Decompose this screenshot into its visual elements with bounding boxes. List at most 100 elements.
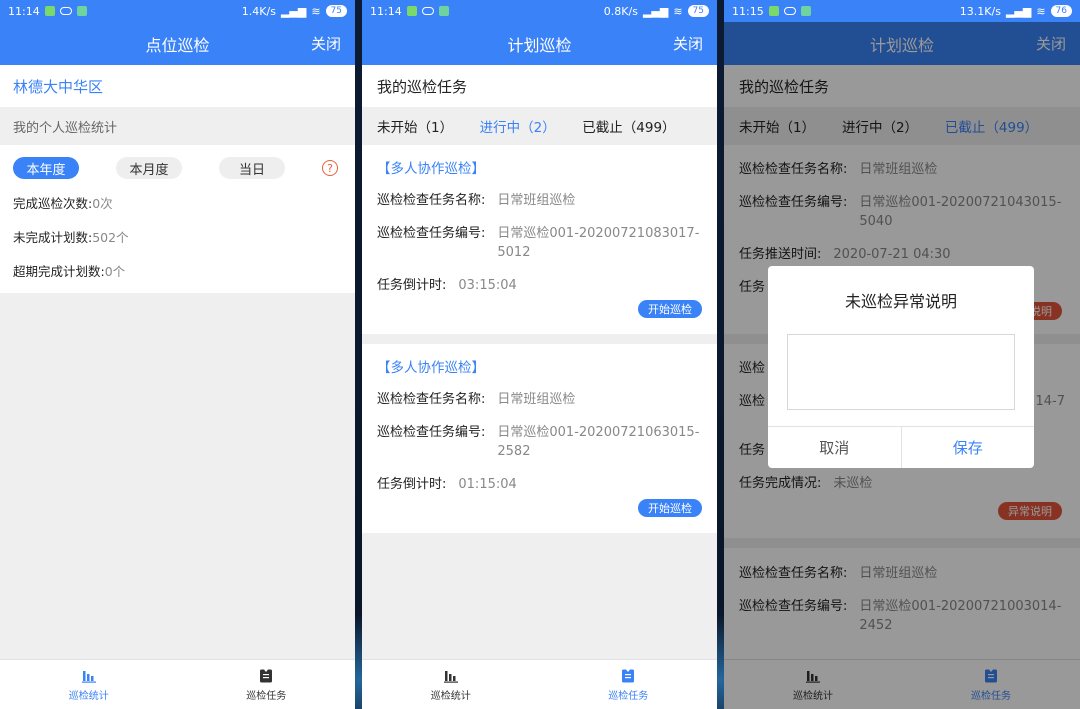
app-notification-icon bbox=[44, 6, 55, 16]
status-bar: 11:14 0.8K/s ▂▄▆ ≋ 75 bbox=[362, 0, 717, 22]
task-countdown: 03:15:04 bbox=[458, 278, 517, 293]
range-pill-day[interactable]: 当日 bbox=[219, 157, 285, 179]
bottom-tab-bar: 巡检统计 巡检任务 bbox=[0, 659, 355, 709]
app-notification-icon bbox=[406, 6, 417, 16]
task-code-row: 巡检检查任务编号: 日常巡检001-20200721063015-2582 bbox=[377, 423, 702, 461]
stat-label: 未完成计划数: bbox=[13, 229, 93, 245]
range-selector: 本年度 本月度 当日 ? bbox=[13, 157, 342, 179]
dialog-title: 未巡检异常说明 bbox=[844, 292, 957, 311]
phone-screen-stats: 11:14 1.4K/s ▂▄▆ ≋ 75 点位巡检 关闭 林德大中华区 我的个… bbox=[0, 0, 355, 709]
network-speed: 13.1K/s bbox=[959, 4, 1001, 18]
task-name-row: 巡检检查任务名称: 日常班组巡检 bbox=[377, 390, 702, 409]
status-bar: 11:15 13.1K/s ▂▄▆ ≋ 76 bbox=[724, 0, 1080, 22]
section-heading: 我的巡检任务 bbox=[362, 65, 717, 107]
signal-icon: ▂▄▆ bbox=[1005, 4, 1032, 18]
battery-indicator: 75 bbox=[687, 5, 709, 17]
bar-chart-icon bbox=[443, 670, 458, 683]
shield-notification-icon bbox=[438, 6, 449, 16]
wifi-icon: ≋ bbox=[1036, 4, 1046, 18]
task-tag: 【多人协作巡检】 bbox=[377, 161, 485, 177]
tab-label: 巡检任务 bbox=[608, 690, 649, 702]
section-label: 我的个人巡检统计 bbox=[0, 107, 355, 145]
filter-not-started[interactable]: 未开始（1） bbox=[377, 116, 453, 136]
range-pill-year[interactable]: 本年度 bbox=[13, 157, 79, 179]
page-title: 点位巡检 bbox=[145, 35, 210, 55]
wifi-icon: ≋ bbox=[311, 4, 321, 18]
task-countdown: 01:15:04 bbox=[458, 477, 517, 492]
task-name: 日常班组巡检 bbox=[497, 193, 576, 208]
title-bar: 计划巡检 关闭 bbox=[362, 22, 717, 65]
task-card[interactable]: 【多人协作巡检】 巡检检查任务名称: 日常班组巡检 巡检检查任务编号: 日常巡检… bbox=[362, 344, 717, 533]
tab-inspection-stats[interactable]: 巡检统计 bbox=[362, 660, 540, 709]
stat-value: 0个 bbox=[104, 263, 126, 279]
save-button[interactable]: 保存 bbox=[902, 427, 1035, 468]
cloud-icon bbox=[783, 7, 796, 15]
filter-expired[interactable]: 已截止（499） bbox=[582, 116, 675, 136]
cloud-icon bbox=[421, 7, 434, 15]
field-label: 任务倒计时: bbox=[377, 278, 447, 293]
battery-indicator: 75 bbox=[325, 5, 347, 17]
status-bar: 11:14 1.4K/s ▂▄▆ ≋ 75 bbox=[0, 0, 355, 22]
page-title: 计划巡检 bbox=[507, 35, 572, 55]
clipboard-icon bbox=[260, 669, 273, 682]
bar-chart-icon bbox=[81, 670, 96, 683]
field-label: 巡检检查任务编号: bbox=[377, 425, 486, 440]
status-time: 11:14 bbox=[8, 4, 40, 18]
field-label: 巡检检查任务名称: bbox=[377, 392, 486, 407]
app-notification-icon bbox=[768, 6, 779, 16]
site-name-selector[interactable]: 林德大中华区 bbox=[0, 65, 355, 107]
task-countdown-row: 任务倒计时: 03:15:04 bbox=[377, 276, 702, 295]
shield-notification-icon bbox=[76, 6, 87, 16]
tab-inspection-tasks[interactable]: 巡检任务 bbox=[540, 660, 718, 709]
field-label: 任务倒计时: bbox=[377, 477, 447, 492]
status-filter-tabs: 未开始（1） 进行中（2） 已截止（499） bbox=[362, 107, 717, 145]
exception-dialog: 未巡检异常说明 取消 保存 bbox=[768, 266, 1034, 468]
stat-label: 完成巡检次数: bbox=[13, 195, 93, 211]
task-code: 日常巡检001-20200721063015-2582 bbox=[497, 425, 700, 459]
task-tag: 【多人协作巡检】 bbox=[377, 360, 485, 376]
cloud-icon bbox=[59, 7, 72, 15]
task-code-row: 巡检检查任务编号: 日常巡检001-20200721083017-5012 bbox=[377, 224, 702, 262]
exception-note-input[interactable] bbox=[787, 334, 1015, 410]
status-time: 11:15 bbox=[732, 4, 764, 18]
filter-in-progress[interactable]: 进行中（2） bbox=[480, 116, 556, 136]
close-button[interactable]: 关闭 bbox=[311, 22, 341, 65]
wifi-icon: ≋ bbox=[673, 4, 683, 18]
dialog-actions: 取消 保存 bbox=[768, 426, 1034, 468]
field-label: 巡检检查任务编号: bbox=[377, 226, 486, 241]
phone-screen-exception-dialog: 11:15 13.1K/s ▂▄▆ ≋ 76 计划巡检 关闭 我的巡检任务 未开… bbox=[724, 0, 1080, 709]
field-label: 巡检检查任务名称: bbox=[377, 193, 486, 208]
tab-label: 巡检统计 bbox=[68, 690, 109, 702]
network-speed: 0.8K/s bbox=[603, 4, 638, 18]
task-name: 日常班组巡检 bbox=[497, 392, 576, 407]
phone-screen-tasks: 11:14 0.8K/s ▂▄▆ ≋ 75 计划巡检 关闭 我的巡检任务 未开始… bbox=[362, 0, 717, 709]
stats-card: 本年度 本月度 当日 ? 完成巡检次数: 0次 未完成计划数: 502个 超期完… bbox=[0, 145, 355, 293]
status-time: 11:14 bbox=[370, 4, 402, 18]
bottom-tab-bar: 巡检统计 巡检任务 bbox=[362, 659, 717, 709]
tab-inspection-stats[interactable]: 巡检统计 bbox=[0, 660, 178, 709]
stat-value: 502个 bbox=[92, 229, 129, 245]
start-inspection-button[interactable]: 开始巡检 bbox=[638, 300, 702, 318]
tab-inspection-tasks[interactable]: 巡检任务 bbox=[178, 660, 356, 709]
title-bar: 点位巡检 关闭 bbox=[0, 22, 355, 65]
help-icon[interactable]: ? bbox=[322, 160, 338, 176]
start-inspection-button[interactable]: 开始巡检 bbox=[638, 499, 702, 517]
tab-label: 巡检统计 bbox=[430, 690, 471, 702]
stat-value: 0次 bbox=[92, 195, 113, 211]
close-button[interactable]: 关闭 bbox=[673, 22, 703, 65]
task-name-row: 巡检检查任务名称: 日常班组巡检 bbox=[377, 191, 702, 210]
clipboard-icon bbox=[622, 669, 635, 682]
network-speed: 1.4K/s bbox=[241, 4, 276, 18]
stat-overdue: 超期完成计划数: 0个 bbox=[13, 253, 342, 287]
task-card[interactable]: 【多人协作巡检】 巡检检查任务名称: 日常班组巡检 巡检检查任务编号: 日常巡检… bbox=[362, 145, 717, 334]
task-code: 日常巡检001-20200721083017-5012 bbox=[497, 226, 700, 260]
stat-unfinished: 未完成计划数: 502个 bbox=[13, 219, 342, 253]
cancel-button[interactable]: 取消 bbox=[768, 427, 902, 468]
battery-indicator: 76 bbox=[1050, 5, 1072, 17]
stat-label: 超期完成计划数: bbox=[13, 263, 105, 279]
stat-completed: 完成巡检次数: 0次 bbox=[13, 185, 342, 219]
signal-icon: ▂▄▆ bbox=[280, 4, 307, 18]
range-pill-month[interactable]: 本月度 bbox=[116, 157, 182, 179]
shield-notification-icon bbox=[800, 6, 811, 16]
tab-label: 巡检任务 bbox=[246, 690, 287, 702]
